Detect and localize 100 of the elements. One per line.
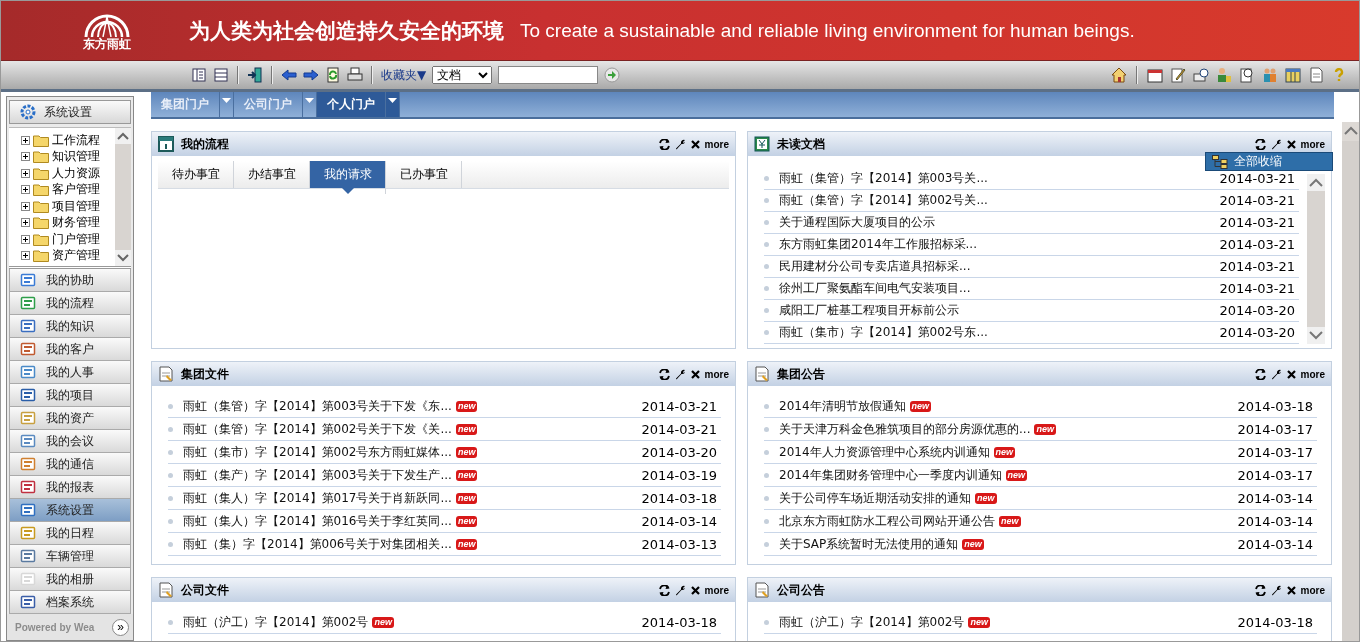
document-link[interactable]: 雨虹（集管）字【2014】第002号关于下发《关... (183, 420, 452, 438)
more-link[interactable]: more (704, 584, 729, 596)
scrollbar[interactable] (1342, 122, 1359, 641)
tree-item[interactable]: 知识管理 (52, 148, 100, 166)
more-link[interactable]: more (704, 138, 729, 150)
person-icon[interactable] (1216, 67, 1232, 83)
close-icon[interactable] (1286, 369, 1296, 379)
sidebar-nav-item[interactable]: 我的资产 (9, 407, 131, 430)
wrench-icon[interactable] (674, 368, 686, 380)
sidebar-nav-item[interactable]: 我的会议 (9, 430, 131, 453)
up-chevron-icon[interactable] (1343, 126, 1358, 135)
scrollbar[interactable] (1307, 174, 1325, 344)
document-link[interactable]: 雨虹（集人）字【2014】第016号关于李红英同... (183, 512, 452, 530)
document-link[interactable]: 雨虹（集管）字【2014】第002号关... (779, 192, 988, 209)
sidebar-nav-item[interactable]: 档案系统 (9, 591, 131, 614)
sidebar-nav-item[interactable]: 我的人事 (9, 361, 131, 384)
close-icon[interactable] (1286, 585, 1296, 595)
refresh-icon[interactable] (1254, 584, 1266, 596)
expand-toggle-icon[interactable] (21, 234, 30, 244)
refresh-icon[interactable] (658, 138, 670, 150)
refresh-icon[interactable] (1254, 368, 1266, 380)
printer-icon[interactable] (347, 67, 363, 83)
wrench-icon[interactable] (1270, 138, 1282, 150)
expand-toggle-icon[interactable] (21, 201, 30, 211)
sidebar-nav-item[interactable]: 我的日程 (9, 522, 131, 545)
document-link[interactable]: 关于SAP系统暂时无法使用的通知 (779, 535, 959, 553)
more-link[interactable]: more (1300, 584, 1325, 596)
system-settings-button[interactable]: 系统设置 (9, 100, 131, 124)
tree-item[interactable]: 人力资源 (52, 164, 100, 182)
document-link[interactable]: 雨虹（集人）字【2014】第017号关于肖新跃同... (183, 489, 452, 507)
document-link[interactable]: 2014年清明节放假通知 (779, 397, 906, 415)
portal-tab[interactable]: 个人门户 (317, 92, 386, 117)
expand-toggle-icon[interactable] (21, 168, 30, 178)
expand-toggle-icon[interactable] (21, 135, 30, 145)
document-link[interactable]: 雨虹（集管）字【2014】第003号关... (779, 170, 988, 187)
workflow-tab[interactable]: 待办事宜 (158, 161, 234, 188)
document-link[interactable]: 2014年集团财务管理中心一季度内训通知 (779, 466, 1002, 484)
down-chevron-icon[interactable] (117, 254, 129, 262)
close-icon[interactable] (1286, 139, 1296, 149)
sidebar-nav-item[interactable]: 我的相册 (9, 568, 131, 591)
workflow-tab[interactable]: 我的请求 (310, 161, 386, 194)
wrench-icon[interactable] (674, 584, 686, 596)
wrench-icon[interactable] (1270, 584, 1282, 596)
home-icon[interactable] (1111, 67, 1127, 83)
close-icon[interactable] (690, 585, 700, 595)
sidebar-nav-item[interactable]: 我的项目 (9, 384, 131, 407)
sidebar-nav-item[interactable]: 我的报表 (9, 476, 131, 499)
sidebar-nav-item[interactable]: 我的客户 (9, 338, 131, 361)
tree-item[interactable]: 门户管理 (52, 230, 100, 248)
wrench-icon[interactable] (1270, 368, 1282, 380)
people-icon[interactable] (1262, 67, 1278, 83)
tree-item[interactable]: 资产管理 (52, 247, 100, 265)
forward-arrow-icon[interactable] (303, 67, 319, 83)
dropdown-button[interactable] (220, 92, 234, 117)
search-field[interactable] (498, 66, 599, 84)
context-menu[interactable]: 全部收缩 (1205, 152, 1333, 171)
scrollbar[interactable] (115, 128, 131, 266)
close-icon[interactable] (690, 369, 700, 379)
up-chevron-icon[interactable] (1309, 178, 1323, 187)
search-scope-select[interactable]: 文档 (432, 66, 493, 84)
pencil-icon[interactable] (1170, 67, 1186, 83)
document-link[interactable]: 徐州工厂聚氨酯车间电气安装项目... (779, 280, 971, 297)
document-link[interactable]: 雨虹（沪工）字【2014】第002号 (183, 613, 369, 631)
refresh-icon[interactable] (1254, 138, 1266, 150)
document-link[interactable]: 雨虹（集产）字【2014】第003号关于下发生产... (183, 466, 452, 484)
expand-toggle-icon[interactable] (21, 251, 30, 261)
expand-toggle-icon[interactable] (21, 152, 30, 162)
document-link[interactable]: 北京东方雨虹防水工程公司网站开通公告 (779, 512, 995, 530)
more-link[interactable]: more (704, 368, 729, 380)
sidebar-nav-item[interactable]: 车辆管理 (9, 545, 131, 568)
close-icon[interactable] (690, 139, 700, 149)
document-link[interactable]: 关于天津万科金色雅筑项目的部分房源优惠的... (779, 420, 1031, 438)
back-arrow-icon[interactable] (281, 67, 297, 83)
tree-item[interactable]: 工作流程 (52, 131, 100, 149)
document-link[interactable]: 民用建材分公司专卖店道具招标采... (779, 258, 971, 275)
sidebar-nav-item[interactable]: 系统设置 (9, 499, 131, 522)
document-link[interactable]: 雨虹（集管）字【2014】第003号关于下发《东... (183, 397, 452, 415)
sidebar-nav-item[interactable]: 我的通信 (9, 453, 131, 476)
document-link[interactable]: 雨虹（集）字【2014】第006号关于对集团相关... (183, 535, 452, 553)
table-icon[interactable] (1285, 67, 1301, 83)
workflow-tab[interactable]: 已办事宜 (386, 161, 462, 188)
tree-item[interactable]: 客户管理 (52, 181, 100, 199)
document-link[interactable]: 雨虹（集市）字【2014】第002号东... (779, 324, 988, 341)
sidebar-nav-item[interactable]: 我的知识 (9, 315, 131, 338)
calendar-icon[interactable] (1147, 67, 1163, 83)
columns-icon[interactable] (191, 67, 207, 83)
document-link[interactable]: 雨虹（集市）字【2014】第002号东方雨虹媒体... (183, 443, 452, 461)
tree-item[interactable]: 财务管理 (52, 214, 100, 232)
dropdown-button[interactable] (386, 92, 400, 117)
document-link[interactable]: 雨虹（沪工）字【2014】第002号 (779, 613, 965, 631)
sidebar-nav-item[interactable]: 我的流程 (9, 292, 131, 315)
document-link[interactable]: 东方雨虹集团2014年工作服招标采... (779, 236, 977, 253)
refresh-icon[interactable] (658, 368, 670, 380)
exit-door-icon[interactable] (247, 67, 263, 83)
document-link[interactable]: 关于公司停车场近期活动安排的通知 (779, 489, 971, 507)
document-link[interactable]: 咸阳工厂桩基工程项目开标前公示 (779, 302, 959, 319)
more-link[interactable]: more (1300, 368, 1325, 380)
rows-icon[interactable] (213, 67, 229, 83)
down-chevron-icon[interactable] (1309, 331, 1323, 340)
up-chevron-icon[interactable] (117, 132, 129, 140)
